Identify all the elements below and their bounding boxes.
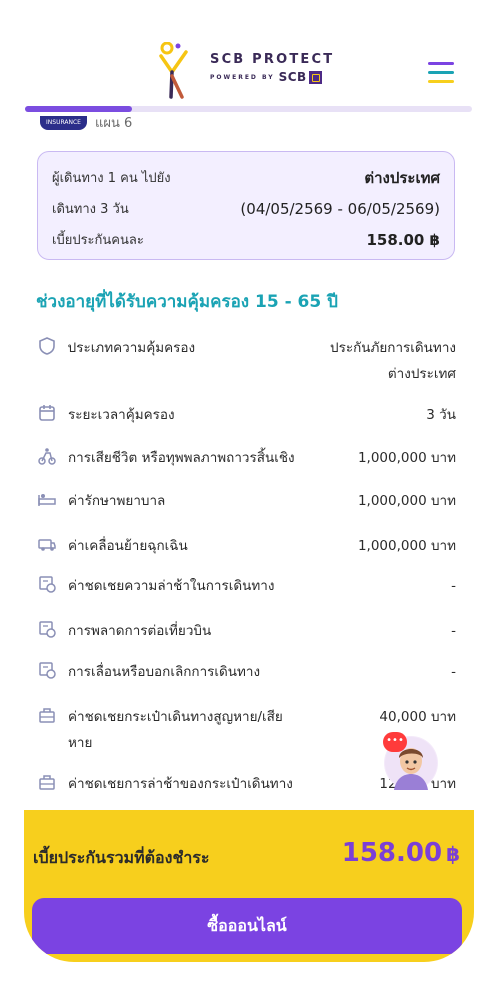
coverage-label: การเลื่อนหรือบอกเลิกการเดินทาง: [68, 664, 261, 680]
plan-row: INSURANCE แผน 6: [40, 112, 132, 133]
total-premium-value: 158.00 ฿: [342, 838, 460, 868]
coverage-value: 1,000,000 บาท: [357, 538, 456, 554]
summary-row-duration: เดินทาง 3 วัน (04/05/2569 - 06/05/2569): [52, 193, 440, 224]
flight-connection-icon: [36, 618, 58, 640]
coverage-item: ค่ารักษาพยาบาล 1,000,000 บาท: [36, 488, 456, 514]
calendar-icon: [36, 402, 58, 424]
chat-notification-badge: •••: [383, 732, 407, 752]
delay-icon: [36, 573, 58, 595]
coverage-value: -: [451, 623, 456, 639]
coverage-item: ประเภทความคุ้มครอง ประกันภัยการเดินทาง ต…: [36, 335, 456, 387]
total-premium-label: เบี้ยประกันรวมที่ต้องชำระ: [33, 848, 210, 867]
trip-cancel-icon: [36, 659, 58, 681]
summary-value: ต่างประเทศ: [364, 168, 440, 187]
coverage-label: ค่าเคลื่อนย้ายฉุกเฉิน: [68, 538, 188, 554]
coverage-value: 1,000,000 บาท: [357, 450, 456, 466]
powered-by-text: POWERED BY: [210, 73, 275, 81]
luggage-delay-icon: [36, 771, 58, 793]
coverage-item: ค่าชดเชยความล่าช้าในการเดินทาง -: [36, 573, 456, 599]
coverage-value: 3 วัน: [426, 407, 456, 423]
currency-symbol: ฿: [446, 842, 460, 866]
accident-icon: [36, 445, 58, 467]
coverage-label: การพลาดการต่อเที่ยวบิน: [68, 623, 212, 639]
coverage-label: ประเภทความคุ้มครอง: [67, 340, 196, 356]
summary-label: ผู้เดินทาง 1 คน ไปยัง: [52, 171, 171, 186]
coverage-value: ประกันภัยการเดินทาง ต่างประเทศ: [330, 340, 456, 382]
summary-row-destination: ผู้เดินทาง 1 คน ไปยัง ต่างประเทศ: [52, 162, 440, 193]
medical-bed-icon: [36, 488, 58, 510]
coverage-value: -: [451, 664, 456, 680]
menu-button[interactable]: [428, 62, 454, 84]
menu-line-3: [428, 80, 454, 83]
summary-row-premium: เบี้ยประกันคนละ 158.00 ฿: [52, 224, 440, 255]
coverage-label: ค่าชดเชยการล่าช้าของกระเป๋าเดินทาง: [68, 776, 293, 792]
summary-value: 158.00 ฿: [366, 230, 440, 249]
coverage-item: ค่าเคลื่อนย้ายฉุกเฉิน 1,000,000 บาท: [36, 533, 456, 559]
coverage-value: -: [451, 578, 456, 594]
total-amount: 158.00: [341, 838, 443, 868]
brand-name: SCB PROTECT: [210, 52, 335, 67]
header: SCB PROTECT POWERED BY SCB: [0, 0, 500, 106]
age-coverage-title: ช่วงอายุที่ได้รับความคุ้มครอง 15 - 65 ปี: [36, 292, 338, 312]
summary-label: เบี้ยประกันคนละ: [52, 233, 144, 248]
scb-emblem-icon: [308, 70, 322, 84]
coverage-label: การเสียชีวิต หรือทุพพลภาพถาวรสิ้นเชิง: [68, 450, 295, 466]
shield-icon: [36, 335, 58, 357]
coverage-label: ค่ารักษาพยาบาล: [68, 493, 166, 509]
summary-value: (04/05/2569 - 06/05/2569): [240, 199, 440, 218]
luggage-icon: [36, 704, 58, 726]
summary-label: เดินทาง 3 วัน: [52, 202, 129, 217]
coverage-value: 1,000,000 บาท: [357, 493, 456, 509]
buy-online-button[interactable]: ซื้อออนไลน์: [32, 898, 462, 954]
menu-line-1: [428, 62, 454, 65]
coverage-item: การเลื่อนหรือบอกเลิกการเดินทาง -: [36, 659, 456, 685]
ambulance-icon: [36, 533, 58, 555]
coverage-label: ค่าชดเชยความล่าช้าในการเดินทาง: [68, 578, 275, 594]
checkout-footer: เบี้ยประกันรวมที่ต้องชำระ 158.00 ฿ ซื้อออ…: [24, 810, 474, 962]
insurance-badge: INSURANCE: [40, 115, 87, 130]
coverage-label: ค่าชดเชยกระเป๋าเดินทางสูญหาย/เสียหาย: [68, 709, 283, 751]
scb-protect-logo[interactable]: SCB PROTECT POWERED BY SCB: [158, 42, 334, 100]
menu-line-2: [428, 71, 454, 74]
powered-brand: SCB: [278, 70, 307, 84]
coverage-item: การเสียชีวิต หรือทุพพลภาพถาวรสิ้นเชิง 1,…: [36, 445, 456, 471]
coverage-label: ระยะเวลาคุ้มครอง: [68, 407, 175, 423]
coverage-item: การพลาดการต่อเที่ยวบิน -: [36, 618, 456, 644]
trip-summary-card: ผู้เดินทาง 1 คน ไปยัง ต่างประเทศ เดินทาง…: [37, 151, 455, 260]
powered-by: POWERED BY SCB: [210, 70, 334, 84]
logo-mark-icon: [159, 42, 188, 99]
coverage-item: ระยะเวลาคุ้มครอง 3 วัน: [36, 402, 456, 428]
plan-name: แผน 6: [94, 116, 133, 131]
